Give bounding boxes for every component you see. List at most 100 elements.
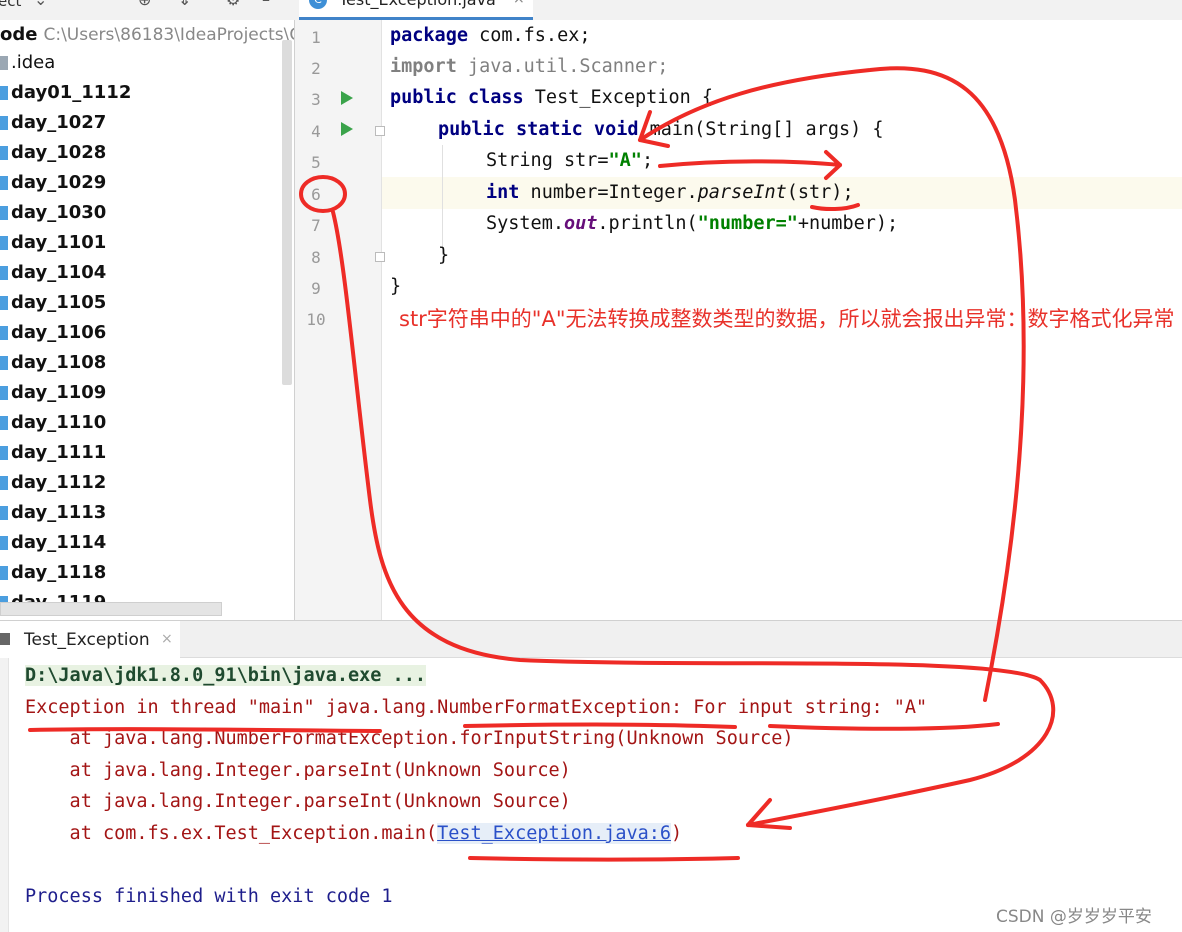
close-icon[interactable]: ×: [513, 0, 525, 7]
run-icon[interactable]: [341, 122, 353, 136]
project-root-path: C:\Users\86183\IdeaProjects\C: [43, 25, 295, 45]
console-line: Process finished with exit code 1: [25, 886, 393, 907]
stack-frame-text: at com.fs.ex.Test_Exception.main(: [25, 823, 438, 844]
module-icon: [0, 386, 8, 400]
code-line-6[interactable]: int number=Integer.parseInt(str);: [486, 182, 854, 203]
tree-item-day-1030[interactable]: day_1030: [0, 202, 106, 230]
source-link[interactable]: Test_Exception.java:6: [437, 823, 672, 844]
module-icon: [0, 476, 8, 490]
console-command: D:\Java\jdk1.8.0_91\bin\java.exe ...: [25, 665, 426, 686]
watermark: CSDN @岁岁岁平安: [996, 907, 1152, 927]
line-number: 2: [311, 59, 321, 78]
tree-item-day-1105[interactable]: day_1105: [0, 292, 106, 320]
line-number: 1: [311, 28, 321, 47]
fold-icon[interactable]: [375, 126, 385, 136]
tree-item-label: day_1105: [11, 292, 107, 313]
keyword: import: [390, 56, 457, 77]
code-text: number=Integer.: [519, 182, 698, 203]
tree-item-label: day_1113: [11, 502, 107, 523]
tree-item-day-1109[interactable]: day_1109: [0, 382, 106, 410]
tree-item-day-1118[interactable]: day_1118: [0, 562, 106, 590]
project-root-name: ode: [0, 24, 38, 45]
tree-item-label: .idea: [11, 52, 56, 73]
module-icon: [0, 236, 8, 250]
chevron-down-icon[interactable]: ⌄: [34, 0, 47, 9]
top-toolbar: ect ⌄ ⊕ ⇕ ⚙ – C Test_Exception.java ×: [0, 0, 1182, 20]
code-line-5[interactable]: String str="A";: [486, 150, 653, 171]
vertical-scrollbar[interactable]: [282, 40, 292, 385]
tree-item-label: day_1030: [11, 202, 107, 223]
console-line: Exception in thread "main" java.lang.Num…: [25, 697, 928, 718]
line-number: 8: [311, 248, 321, 267]
run-config-icon: [0, 633, 10, 645]
keyword: package: [390, 25, 468, 46]
tree-item-day-1101[interactable]: day_1101: [0, 232, 106, 260]
fold-icon[interactable]: [375, 252, 385, 262]
gear-icon[interactable]: ⚙: [226, 0, 240, 9]
annotation-note: str字符串中的"A"无法转换成整数类型的数据，所以就会报出异常：数字格式化异常: [399, 307, 1175, 331]
tree-item-day-1027[interactable]: day_1027: [0, 112, 106, 140]
tree-item-day-1110[interactable]: day_1110: [0, 412, 106, 440]
code-line-1[interactable]: package com.fs.ex;: [390, 25, 591, 46]
code-text: String str=: [486, 150, 609, 171]
run-icon[interactable]: [341, 91, 353, 105]
collapse-icon[interactable]: ⇕: [178, 0, 191, 9]
tree-item-day-1106[interactable]: day_1106: [0, 322, 106, 350]
module-icon: [0, 356, 8, 370]
module-icon: [0, 206, 8, 220]
string-literal: "A": [608, 150, 642, 171]
code-text: ;: [641, 150, 654, 171]
module-icon: [0, 116, 8, 130]
tree-item-day-1029[interactable]: day_1029: [0, 172, 106, 200]
tree-item-day-1114[interactable]: day_1114: [0, 532, 106, 560]
tree-item-day-1108[interactable]: day_1108: [0, 352, 106, 380]
code-line-9[interactable]: }: [390, 276, 401, 297]
tree-item-label: day_1112: [11, 472, 107, 493]
code-line-8[interactable]: }: [438, 245, 449, 266]
module-icon: [0, 446, 8, 460]
code-line-7[interactable]: System.out.println("number="+number);: [486, 213, 898, 234]
module-icon: [0, 146, 8, 160]
line-number: 3: [311, 90, 321, 109]
code-editor[interactable]: 1 2 3 4 5 6 7 8 9 10 package com.fs.ex; …: [295, 20, 1182, 620]
console-gutter: [0, 658, 9, 932]
module-icon: [0, 296, 8, 310]
code-text: +number);: [797, 213, 899, 234]
code-text: .println(: [597, 213, 698, 234]
module-icon: [0, 566, 8, 580]
tree-item-day-1112[interactable]: day_1112: [0, 472, 106, 500]
horizontal-scrollbar[interactable]: [0, 602, 222, 616]
code-line-4[interactable]: public static void main(String[] args) {: [438, 119, 884, 140]
tree-item-label: day_1110: [11, 412, 107, 433]
tree-item-label: day_1118: [11, 562, 107, 583]
tree-item-day-1113[interactable]: day_1113: [0, 502, 106, 530]
project-panel: ode C:\Users\86183\IdeaProjects\C .idea d…: [0, 20, 295, 620]
tab-test-exception-java[interactable]: C Test_Exception.java ×: [299, 0, 533, 20]
module-icon: [0, 416, 8, 430]
line-number: 9: [311, 279, 321, 298]
module-icon: [0, 266, 8, 280]
tree-item-label: day_1109: [11, 382, 107, 403]
module-icon: [0, 536, 8, 550]
module-icon: [0, 86, 8, 100]
module-icon: [0, 506, 8, 520]
locate-icon[interactable]: ⊕: [138, 0, 151, 9]
tree-item-day01-1112[interactable]: day01_1112: [0, 82, 131, 110]
editor-tab-bar: C Test_Exception.java ×: [295, 0, 1182, 20]
console-line: at java.lang.NumberFormatException.forIn…: [25, 728, 794, 749]
tree-item-day-1028[interactable]: day_1028: [0, 142, 106, 170]
tree-item-day-1111[interactable]: day_1111: [0, 442, 106, 470]
tab-run-test-exception[interactable]: Test_Exception ×: [0, 621, 180, 658]
project-view-label[interactable]: ect: [0, 0, 21, 10]
hide-icon[interactable]: –: [262, 0, 270, 9]
run-console[interactable]: D:\Java\jdk1.8.0_91\bin\java.exe ... Exc…: [0, 658, 1182, 932]
project-root-row[interactable]: ode C:\Users\86183\IdeaProjects\C: [0, 24, 295, 48]
code-line-2[interactable]: import java.util.Scanner;: [390, 56, 668, 77]
keyword: public static void: [438, 119, 639, 140]
tree-item-label: day_1114: [11, 532, 107, 553]
line-number: 5: [311, 153, 321, 172]
tree-item-day-1104[interactable]: day_1104: [0, 262, 106, 290]
code-line-3[interactable]: public class Test_Exception {: [390, 87, 713, 108]
close-icon[interactable]: ×: [161, 631, 173, 647]
tree-item-idea[interactable]: .idea: [0, 52, 55, 80]
